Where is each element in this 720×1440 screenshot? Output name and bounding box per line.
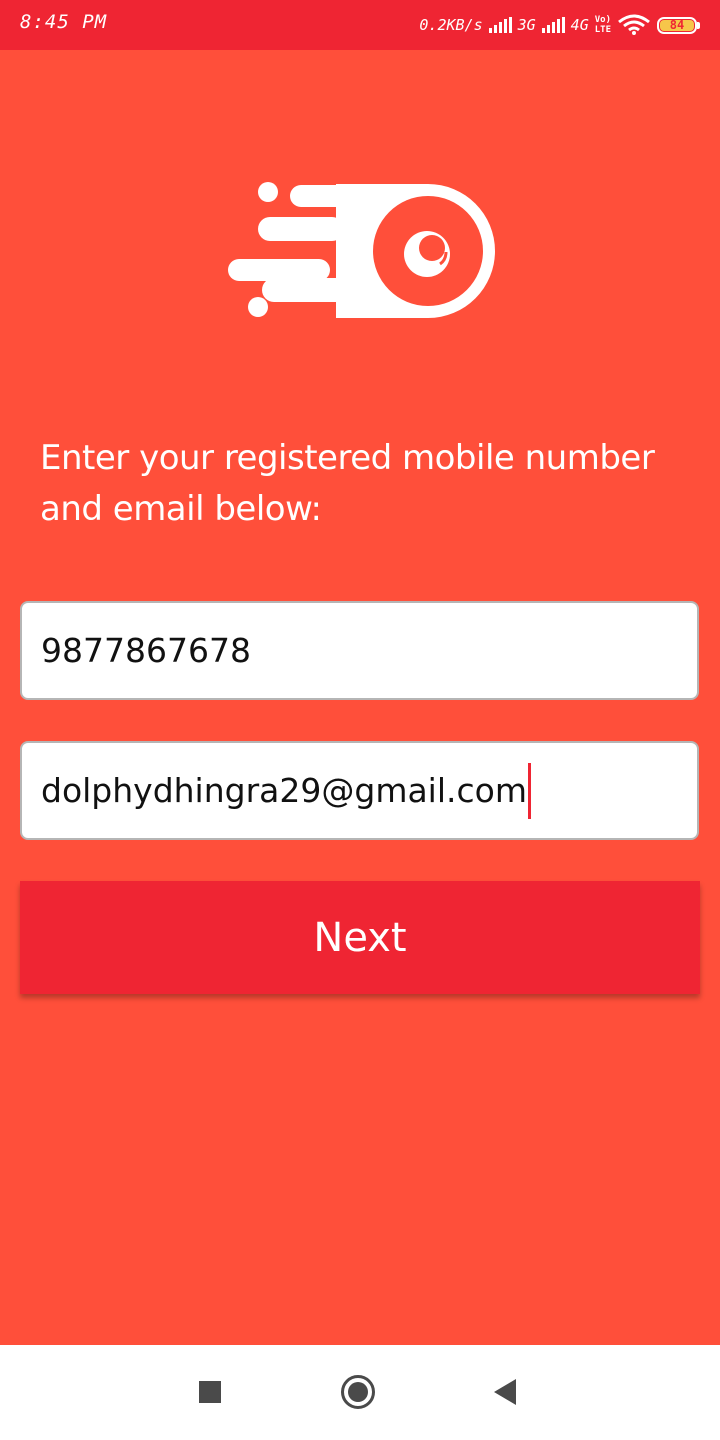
battery-icon: 84 — [657, 16, 700, 34]
back-icon[interactable] — [494, 1379, 516, 1405]
email-field[interactable]: dolphydhingra29@gmail.com — [20, 741, 699, 840]
network-type-2: 4G — [570, 16, 589, 34]
battery-level: 84 — [660, 19, 694, 31]
signal-icon — [541, 17, 565, 33]
recent-apps-icon[interactable] — [199, 1381, 221, 1403]
network-speed: 0.2KB/s — [419, 16, 483, 34]
mobile-number-field[interactable]: 9877867678 — [20, 601, 699, 700]
wifi-icon — [618, 14, 650, 35]
navigation-bar — [0, 1345, 720, 1440]
status-bar: 8:45 PM 0.2KB/s 3G 4G Vo) LTE 84 — [0, 0, 720, 50]
volte-bottom: LTE — [594, 25, 611, 35]
network-type-1: 3G — [517, 16, 536, 34]
email-value: dolphydhingra29@gmail.com — [41, 771, 527, 810]
next-button[interactable]: Next — [20, 881, 700, 994]
signal-icon — [488, 17, 512, 33]
status-time: 8:45 PM — [20, 11, 108, 33]
text-cursor — [528, 762, 531, 819]
home-icon[interactable] — [341, 1375, 375, 1409]
status-indicators: 0.2KB/s 3G 4G Vo) LTE 84 — [419, 0, 700, 50]
volte-top: Vo) — [594, 15, 611, 25]
instruction-text: Enter your registered mobile number and … — [40, 438, 655, 529]
volte-icon: Vo) LTE — [595, 15, 611, 35]
mobile-number-value: 9877867678 — [41, 631, 251, 670]
speeding-ball-logo — [228, 182, 495, 318]
